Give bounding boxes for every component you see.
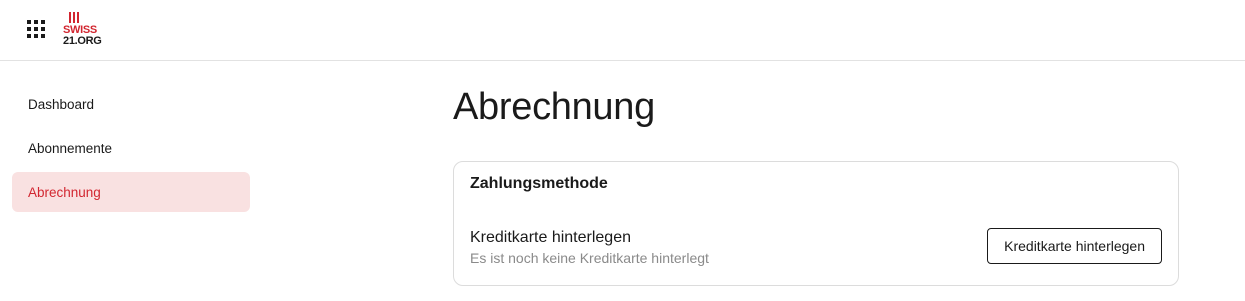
sidebar-item-label: Dashboard (28, 96, 95, 112)
grid-dots-icon[interactable] (27, 20, 45, 38)
sidebar-item-label: Abrechnung (28, 184, 101, 200)
credit-card-row-subtitle: Es ist noch keine Kreditkarte hinterlegt (470, 250, 709, 266)
sidebar-item-abonnemente[interactable]: Abonnemente (12, 128, 250, 168)
sidebar-nav: Dashboard Abonnemente Abrechnung (12, 84, 250, 216)
sidebar-item-dashboard[interactable]: Dashboard (12, 84, 250, 124)
svg-text:21.ORG: 21.ORG (63, 35, 102, 46)
card-title: Zahlungsmethode (470, 175, 608, 192)
sidebar-item-label: Abonnemente (28, 140, 113, 156)
swiss21-logo[interactable]: SWISS 21.ORG (63, 12, 123, 46)
sidebar-item-abrechnung[interactable]: Abrechnung (12, 172, 250, 212)
add-credit-card-button[interactable]: Kreditkarte hinterlegen (987, 228, 1162, 264)
page-title: Abrechnung (453, 86, 655, 128)
payment-method-card: Zahlungsmethode Kreditkarte hinterlegen … (453, 161, 1179, 286)
main-content: Abrechnung Zahlungsmethode Kreditkarte h… (453, 84, 1179, 286)
top-bar: SWISS 21.ORG (0, 0, 1245, 61)
credit-card-row-title: Kreditkarte hinterlegen (470, 229, 631, 246)
